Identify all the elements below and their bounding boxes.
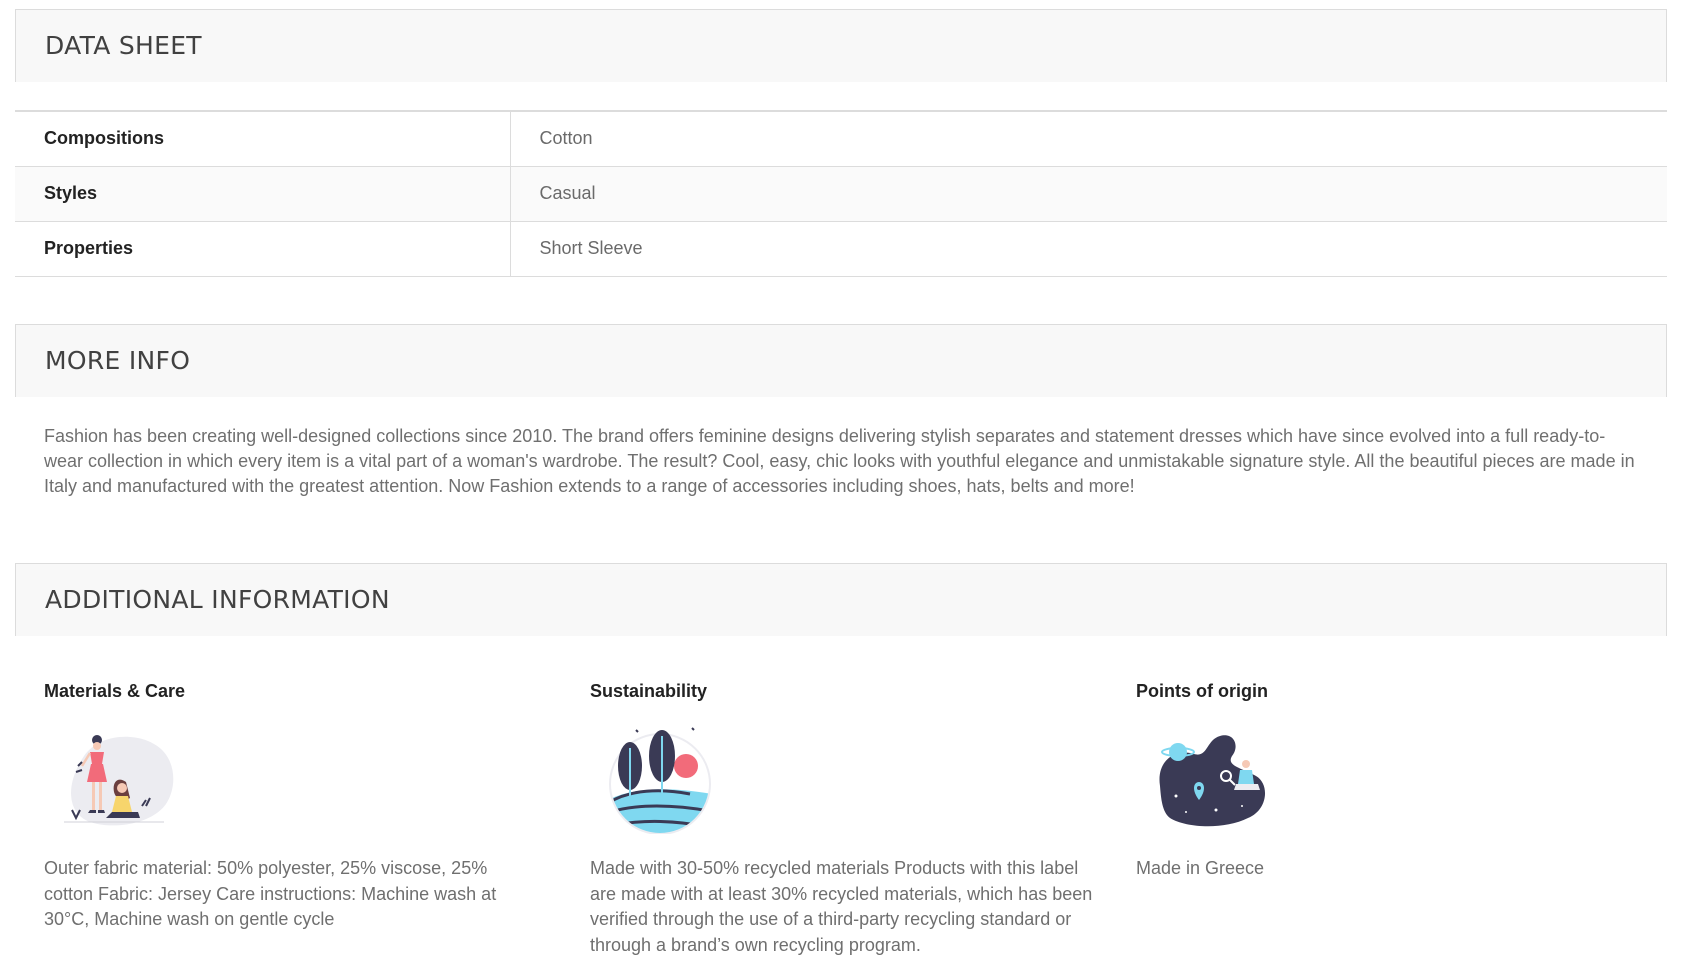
points-of-origin-title: Points of origin	[1136, 681, 1268, 701]
points-of-origin-text: Made in Greece	[1136, 858, 1265, 878]
more-info-title: MORE INFO	[45, 346, 191, 375]
space-map-illustration-icon	[1146, 726, 1270, 834]
table-row: Styles Casual	[15, 166, 1667, 222]
table-row: Compositions Cotton	[15, 111, 1667, 167]
sustainability-text: Made with 30-50% recycled materials Prod…	[590, 858, 1093, 955]
table-row: Properties Short Sleeve	[15, 221, 1667, 277]
materials-care-block: Materials & Care Outer fabric material: …	[44, 678, 519, 933]
data-sheet-header: DATA SHEET	[15, 9, 1667, 82]
feature-value: Casual	[510, 166, 1667, 222]
feature-value: Short Sleeve	[510, 221, 1667, 277]
data-sheet-table: Compositions Cotton Styles Casual Proper…	[15, 110, 1667, 277]
more-info-header: MORE INFO	[15, 324, 1667, 397]
more-info-description: Fashion has been creating well-designed …	[44, 426, 1635, 496]
additional-info-header: ADDITIONAL INFORMATION	[15, 563, 1667, 636]
feature-name: Properties	[15, 221, 511, 277]
women-fashion-illustration-icon	[54, 726, 178, 834]
sustainability-block: Sustainability Made with 30-50% recycled…	[590, 678, 1095, 958]
feature-value: Cotton	[510, 111, 1667, 167]
data-sheet-title: DATA SHEET	[45, 31, 202, 60]
additional-info-title: ADDITIONAL INFORMATION	[45, 585, 390, 614]
nature-landscape-illustration-icon	[600, 726, 724, 835]
sustainability-title: Sustainability	[590, 681, 708, 701]
points-of-origin-block: Points of origin Made in Greece	[1136, 678, 1616, 882]
materials-care-text: Outer fabric material: 50% polyester, 25…	[44, 858, 497, 929]
feature-name: Styles	[15, 166, 511, 222]
materials-care-title: Materials & Care	[44, 681, 186, 701]
feature-name: Compositions	[15, 111, 511, 167]
